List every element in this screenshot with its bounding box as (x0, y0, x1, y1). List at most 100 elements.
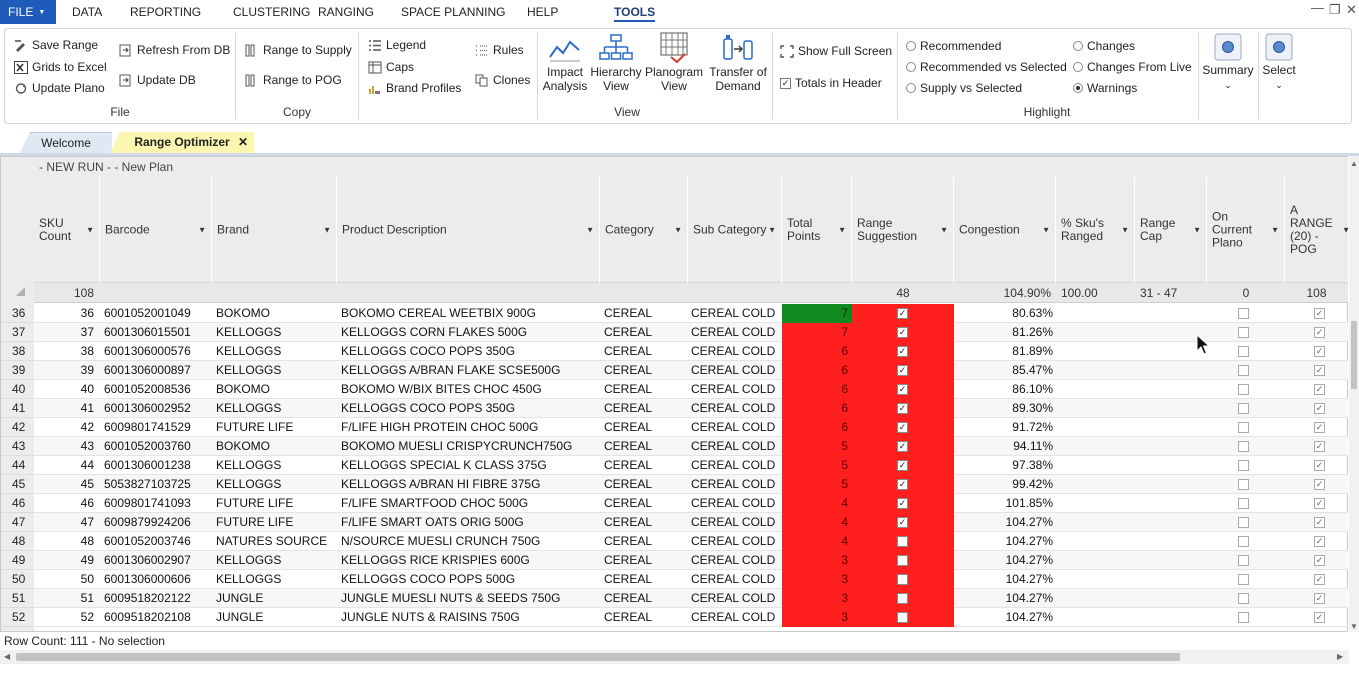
column-header-a-range-pog[interactable]: A RANGE (20) - POG ▼ (1285, 177, 1350, 283)
scroll-right-icon[interactable]: ▶ (1337, 652, 1343, 661)
row-number[interactable]: 41 (1, 399, 34, 418)
range-suggestion-checkbox[interactable]: ✓ (897, 384, 908, 395)
transfer-of-demand-button[interactable]: Transfer of Demand (706, 33, 770, 93)
filter-arrow-icon[interactable]: ▼ (674, 226, 682, 235)
range-suggestion-checkbox[interactable]: ✓ (897, 365, 908, 376)
highlight-warnings-radio[interactable]: Warnings (1073, 81, 1137, 95)
range-suggestion-checkbox[interactable] (897, 555, 908, 566)
file-menu-button[interactable]: FILE ▼ (0, 0, 56, 24)
filter-arrow-icon[interactable]: ▼ (86, 226, 94, 235)
column-header-total-points[interactable]: Total Points ▼ (782, 177, 852, 283)
range-suggestion-checkbox[interactable]: ✓ (897, 308, 908, 319)
update-plano-button[interactable]: Update Plano (14, 81, 105, 95)
legend-button[interactable]: Legend (368, 38, 426, 52)
menu-ranging[interactable]: RANGING (318, 0, 374, 24)
on-current-plano-checkbox[interactable] (1238, 422, 1249, 433)
row-number[interactable]: 38 (1, 342, 34, 361)
table-row[interactable]: 39 39 6001306000897 KELLOGGS KELLOGGS A/BRAN… (1, 361, 1348, 380)
column-header-barcode[interactable]: Barcode ▼ (100, 177, 212, 283)
minimize-icon[interactable]: — (1311, 0, 1324, 15)
filter-arrow-icon[interactable]: ▼ (768, 226, 776, 235)
range-suggestion-checkbox[interactable]: ✓ (897, 517, 908, 528)
menu-reporting[interactable]: REPORTING (130, 0, 201, 24)
a-range-pog-checkbox[interactable]: ✓ (1314, 479, 1325, 490)
on-current-plano-checkbox[interactable] (1238, 517, 1249, 528)
table-row[interactable]: 42 42 6009801741529 FUTURE LIFE F/LIFE HIGH … (1, 418, 1348, 437)
on-current-plano-checkbox[interactable] (1238, 612, 1249, 623)
filter-arrow-icon[interactable]: ▼ (198, 226, 206, 235)
row-number[interactable]: 51 (1, 589, 34, 608)
summary-button[interactable]: Summary ⌄ (1201, 33, 1255, 92)
close-tab-icon[interactable]: ✕ (238, 132, 248, 153)
a-range-pog-checkbox[interactable]: ✓ (1314, 555, 1325, 566)
column-header-range-suggestion[interactable]: Range Suggestion ▼ (852, 177, 954, 283)
brand-profiles-button[interactable]: Brand Profiles (368, 81, 461, 95)
menu-space-planning[interactable]: SPACE PLANNING (401, 0, 505, 24)
a-range-pog-checkbox[interactable]: ✓ (1314, 574, 1325, 585)
column-header-pct-sku-ranged[interactable]: % Sku's Ranged ▼ (1056, 177, 1135, 283)
table-row[interactable]: 51 51 6009518202122 JUNGLE JUNGLE MUESLI NUT… (1, 589, 1348, 608)
range-suggestion-checkbox[interactable]: ✓ (897, 403, 908, 414)
table-row[interactable]: 44 44 6001306001238 KELLOGGS KELLOGGS SPECIA… (1, 456, 1348, 475)
a-range-pog-checkbox[interactable]: ✓ (1314, 517, 1325, 528)
row-number[interactable]: 40 (1, 380, 34, 399)
filter-arrow-icon[interactable]: ▼ (940, 226, 948, 235)
horizontal-scrollbar[interactable]: ◀ ▶ (0, 650, 1349, 664)
filter-arrow-icon[interactable]: ▼ (1042, 226, 1050, 235)
menu-clustering[interactable]: CLUSTERING (233, 0, 310, 24)
a-range-pog-checkbox[interactable]: ✓ (1314, 403, 1325, 414)
column-header-product-description[interactable]: Product Description ▼ (337, 177, 600, 283)
column-header-category[interactable]: Category ▼ (600, 177, 688, 283)
range-suggestion-checkbox[interactable] (897, 536, 908, 547)
on-current-plano-checkbox[interactable] (1238, 498, 1249, 509)
row-number[interactable]: 52 (1, 608, 34, 627)
caps-button[interactable]: Caps (368, 60, 414, 74)
range-to-supply-button[interactable]: Range to Supply (245, 43, 352, 57)
row-number[interactable]: 46 (1, 494, 34, 513)
on-current-plano-checkbox[interactable] (1238, 574, 1249, 585)
tab-range-optimizer[interactable]: Range Optimizer ✕ (110, 132, 254, 153)
highlight-supply-vs-selected-radio[interactable]: Supply vs Selected (906, 81, 1022, 95)
range-to-pog-button[interactable]: Range to POG (245, 73, 342, 87)
highlight-changes-radio[interactable]: Changes (1073, 39, 1135, 53)
table-row[interactable]: 48 48 6001052003746 NATURES SOURCE N/SOURCE … (1, 532, 1348, 551)
row-number[interactable]: 45 (1, 475, 34, 494)
grids-to-excel-button[interactable]: Grids to Excel (14, 60, 107, 74)
a-range-pog-checkbox[interactable]: ✓ (1314, 498, 1325, 509)
select-button[interactable]: Select ⌄ (1261, 33, 1297, 92)
row-number[interactable]: 42 (1, 418, 34, 437)
planogram-view-button[interactable]: Planogram View (645, 31, 703, 93)
a-range-pog-checkbox[interactable]: ✓ (1314, 593, 1325, 604)
table-row[interactable]: 50 50 6001306000606 KELLOGGS KELLOGGS COCO P… (1, 570, 1348, 589)
horizontal-scroll-thumb[interactable] (16, 653, 1180, 661)
table-row[interactable]: 41 41 6001306002952 KELLOGGS KELLOGGS COCO P… (1, 399, 1348, 418)
a-range-pog-checkbox[interactable]: ✓ (1314, 384, 1325, 395)
hierarchy-view-button[interactable]: Hierarchy View (589, 33, 643, 93)
on-current-plano-checkbox[interactable] (1238, 403, 1249, 414)
filter-arrow-icon[interactable]: ▼ (323, 226, 331, 235)
filter-arrow-icon[interactable]: ▼ (1121, 226, 1129, 235)
on-current-plano-checkbox[interactable] (1238, 365, 1249, 376)
totals-in-header-checkbox[interactable]: ✓ Totals in Header (780, 76, 882, 90)
tab-welcome[interactable]: Welcome (20, 132, 112, 153)
range-suggestion-checkbox[interactable] (897, 612, 908, 623)
on-current-plano-checkbox[interactable] (1238, 327, 1249, 338)
on-current-plano-checkbox[interactable] (1238, 346, 1249, 357)
vertical-scroll-thumb[interactable] (1351, 321, 1357, 389)
on-current-plano-checkbox[interactable] (1238, 384, 1249, 395)
table-row[interactable]: 49 49 6001306002907 KELLOGGS KELLOGGS RICE K… (1, 551, 1348, 570)
table-row[interactable]: 52 52 6009518202108 JUNGLE JUNGLE NUTS & RAI… (1, 608, 1348, 627)
menu-help[interactable]: HELP (527, 0, 558, 24)
filter-arrow-icon[interactable]: ▼ (838, 226, 846, 235)
range-suggestion-checkbox[interactable]: ✓ (897, 498, 908, 509)
a-range-pog-checkbox[interactable]: ✓ (1314, 365, 1325, 376)
table-row[interactable]: 46 46 6009801741093 FUTURE LIFE F/LIFE SMART… (1, 494, 1348, 513)
filter-arrow-icon[interactable]: ▼ (586, 226, 594, 235)
row-number[interactable]: 47 (1, 513, 34, 532)
range-suggestion-checkbox[interactable]: ✓ (897, 346, 908, 357)
table-row[interactable]: 38 38 6001306000576 KELLOGGS KELLOGGS COCO P… (1, 342, 1348, 361)
update-db-button[interactable]: Update DB (119, 73, 196, 87)
a-range-pog-checkbox[interactable]: ✓ (1314, 422, 1325, 433)
restore-icon[interactable]: ❐ (1329, 2, 1341, 18)
menu-tools[interactable]: TOOLS (614, 0, 656, 24)
